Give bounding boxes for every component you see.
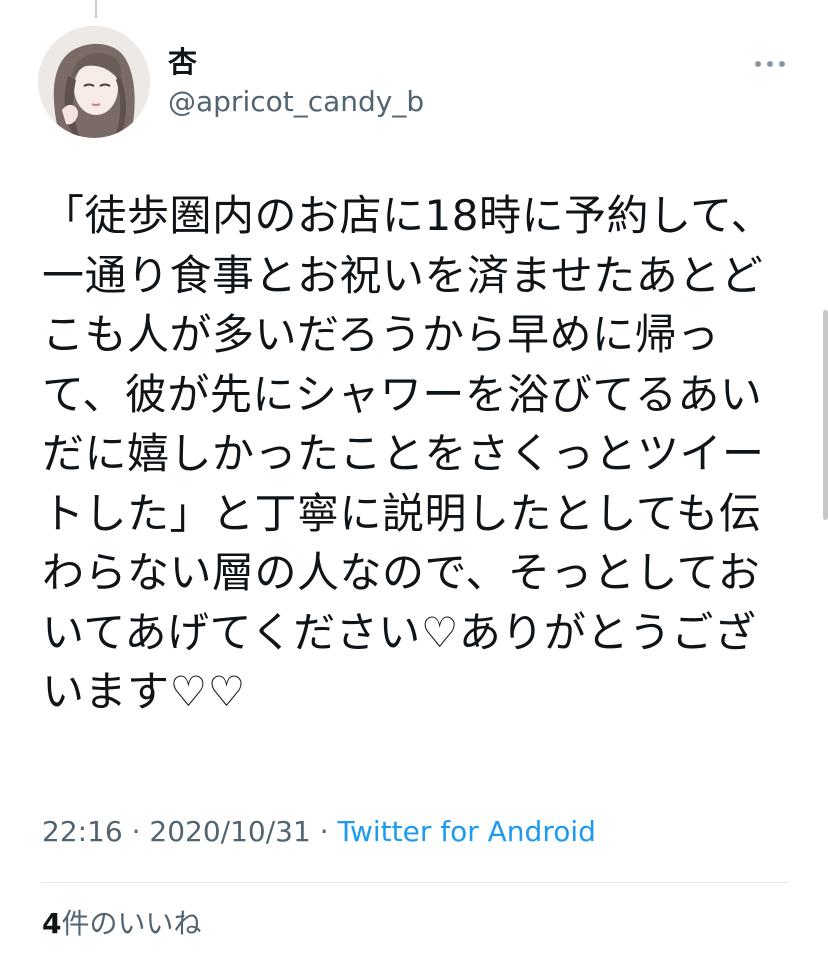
- tweet-time[interactable]: 22:16: [42, 815, 123, 848]
- more-horizontal-icon: [755, 61, 785, 67]
- tweet-date[interactable]: 2020/10/31: [149, 815, 310, 848]
- tweet-meta: 22:16 · 2020/10/31 · Twitter for Android: [42, 812, 596, 852]
- avatar[interactable]: [38, 26, 150, 138]
- author-handle[interactable]: @apricot_candy_b: [168, 84, 424, 120]
- scroll-indicator[interactable]: [823, 310, 828, 520]
- meta-separator: ·: [122, 815, 150, 848]
- more-options-button[interactable]: [748, 50, 792, 78]
- thread-connector-line: [95, 0, 97, 18]
- divider: [42, 882, 788, 883]
- likes-link[interactable]: 4件のいいね: [42, 904, 202, 944]
- avatar-illustration: [38, 26, 150, 138]
- likes-label: 件のいいね: [61, 907, 202, 940]
- tweet-text: 「徒歩圏内のお店に18時に予約して、 一通り食事とお祝いを済ませたあとど こも人…: [42, 191, 774, 716]
- meta-separator-2: ·: [310, 815, 338, 848]
- tweet-source-link[interactable]: Twitter for Android: [338, 815, 596, 848]
- likes-count: 4: [42, 907, 62, 940]
- author-display-name[interactable]: 杏: [168, 44, 197, 80]
